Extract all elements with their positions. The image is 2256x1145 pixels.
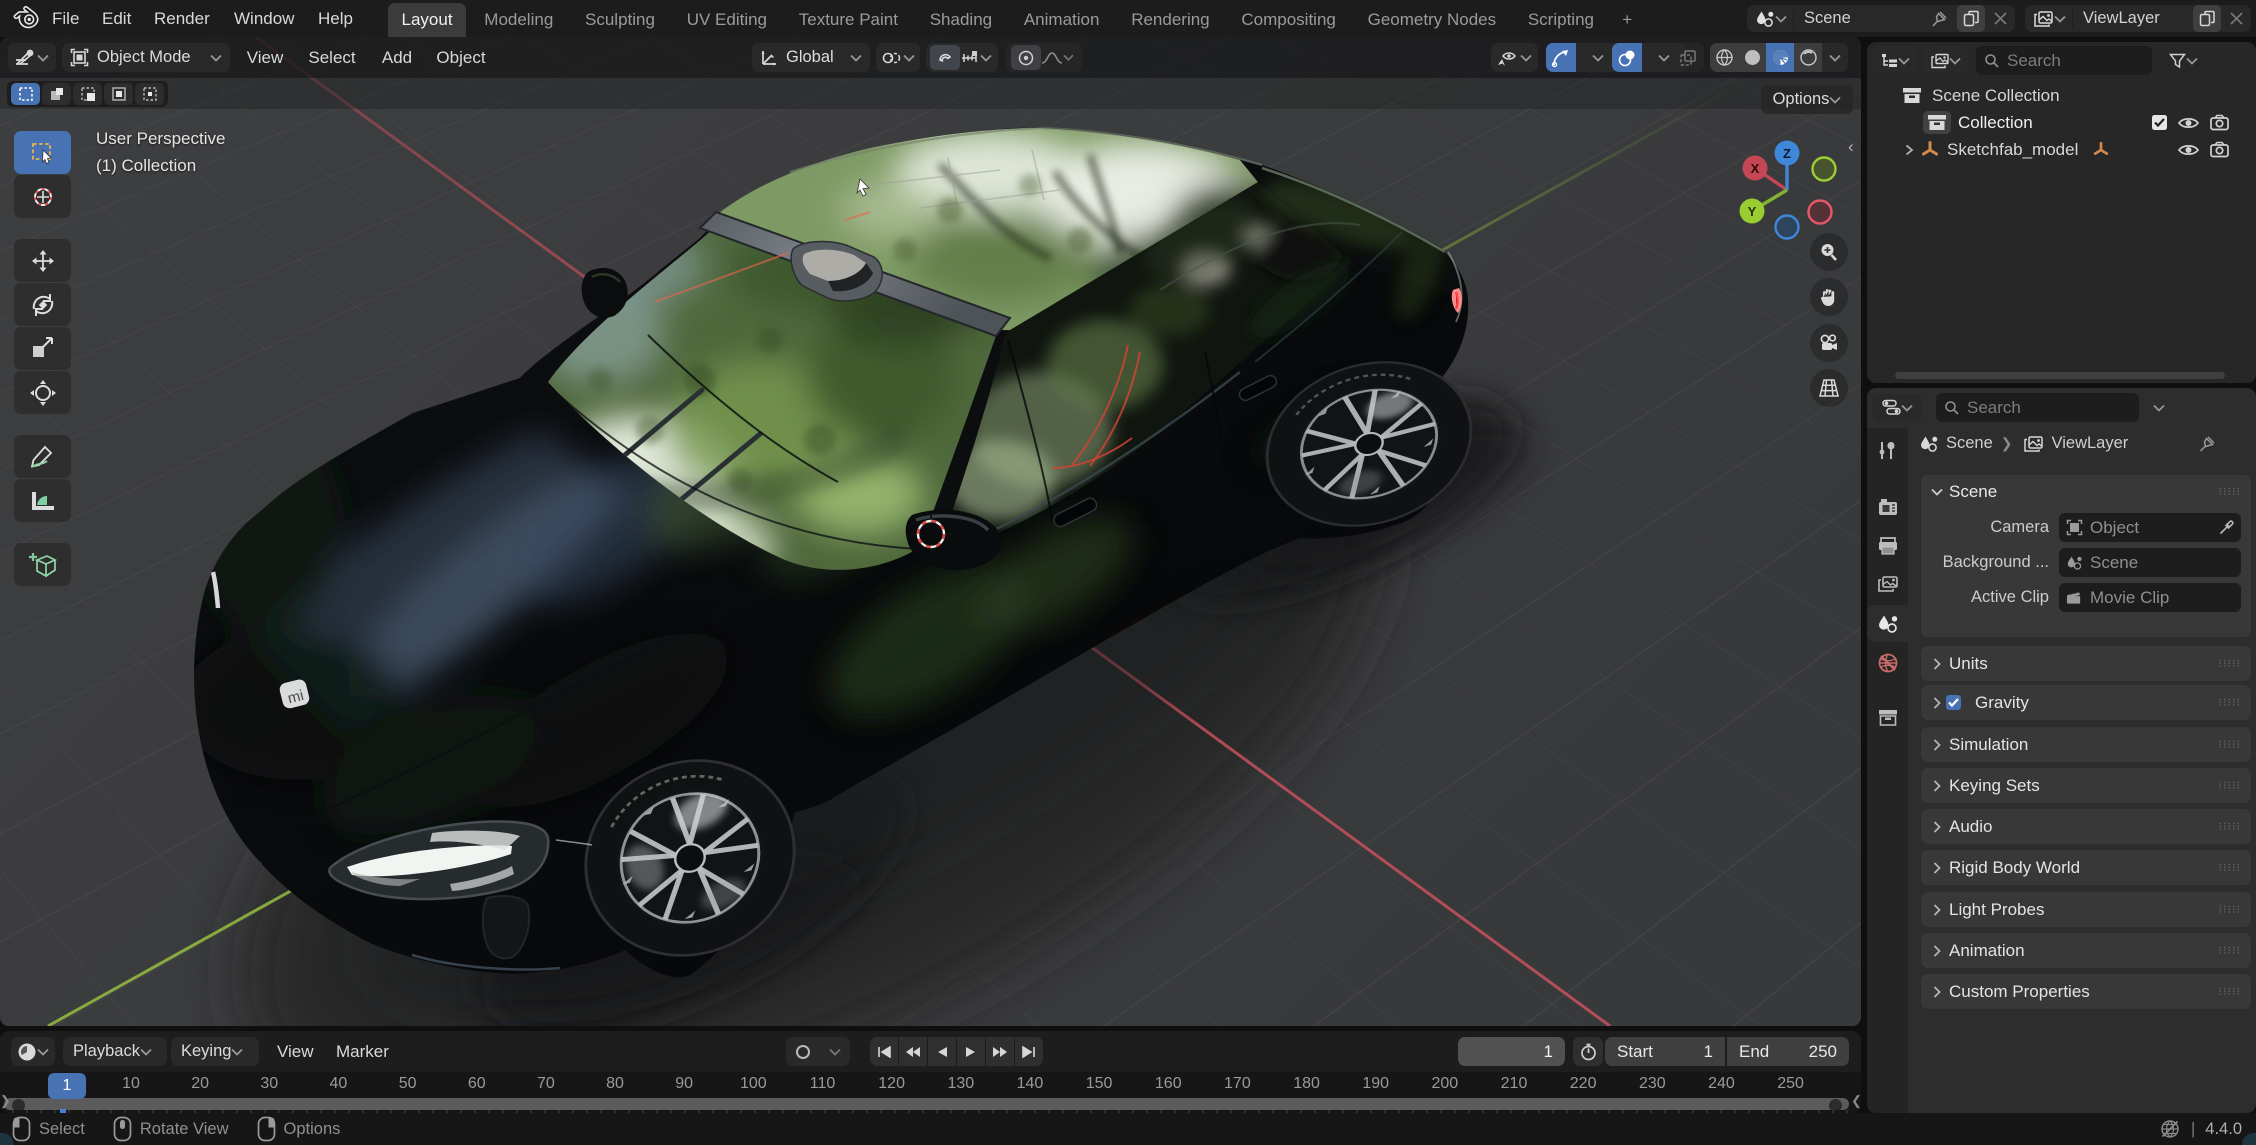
svg-text:Z: Z [1783,146,1791,161]
svg-text:Y: Y [1748,204,1757,219]
svg-text:X: X [1751,161,1760,176]
